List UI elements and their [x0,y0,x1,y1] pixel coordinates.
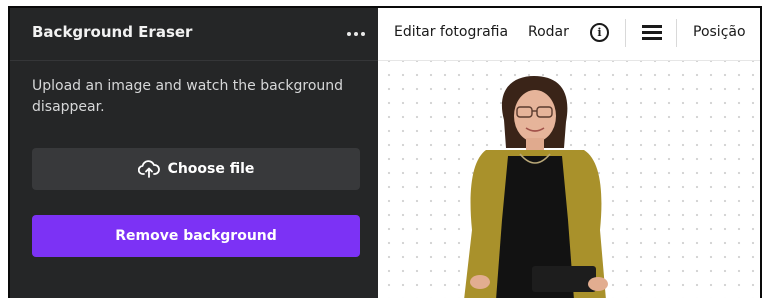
remove-background-label: Remove background [115,228,277,244]
panel-title: Background Eraser [32,23,193,41]
remove-background-button[interactable]: Remove background [32,215,360,257]
choose-file-button[interactable]: Choose file [32,148,360,190]
toolbar-divider [676,19,677,47]
cloud-upload-icon [137,160,160,178]
position-button[interactable]: Posição [693,24,746,40]
editor-window: Background Eraser Upload an image and wa… [8,6,762,298]
person-photo[interactable] [434,70,634,298]
face [514,90,556,142]
info-icon[interactable]: i [590,23,609,42]
edit-photo-button[interactable]: Editar fotografia [394,24,508,40]
menu-lines-icon[interactable] [642,25,662,41]
toolbar-divider [625,19,626,47]
panel-description: Upload an image and watch the background… [32,78,344,115]
design-canvas[interactable]: Editar fotografia Rodar i Posição [378,8,760,298]
choose-file-label: Choose file [167,161,255,177]
panel-header: Background Eraser [10,8,378,61]
more-options-button[interactable] [344,22,368,46]
podium [532,266,596,292]
context-toolbar: Editar fotografia Rodar i Posição [378,8,760,61]
rotate-button[interactable]: Rodar [528,24,569,40]
background-eraser-panel: Background Eraser Upload an image and wa… [10,8,378,298]
more-horizontal-icon [347,32,351,36]
